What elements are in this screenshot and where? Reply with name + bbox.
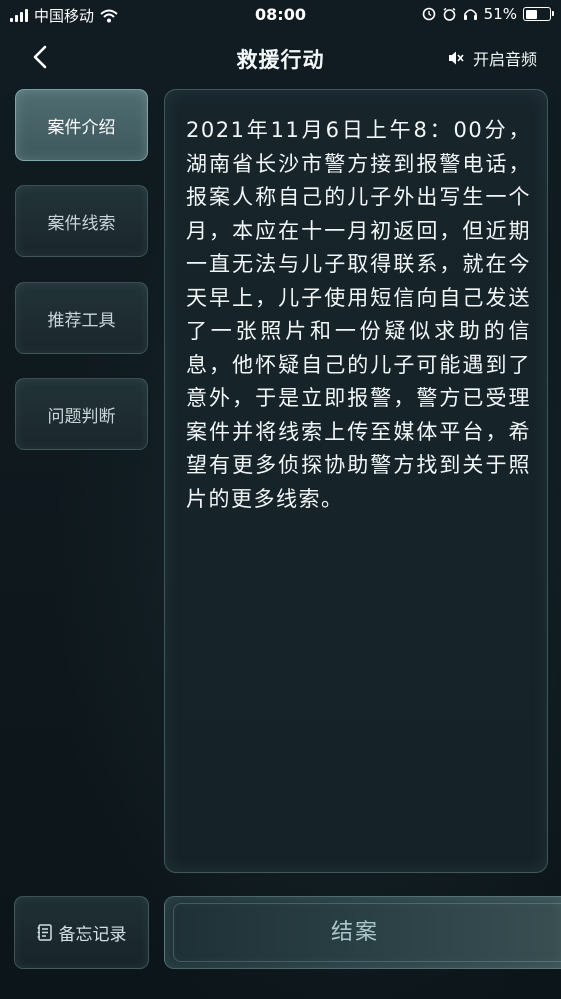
- battery-percent: 51%: [483, 5, 517, 23]
- notebook-icon: [37, 924, 52, 941]
- memo-button[interactable]: 备忘记录: [14, 896, 149, 969]
- audio-label: 开启音频: [472, 50, 537, 69]
- tab-label: 案件介绍: [47, 117, 116, 138]
- nav-bar: 救援行动 开启音频: [0, 30, 561, 86]
- alarm-clock-icon: [443, 7, 456, 21]
- speaker-muted-icon: [448, 51, 464, 65]
- audio-toggle-button[interactable]: 开启音频: [447, 46, 537, 70]
- close-case-label: 结案: [330, 920, 379, 945]
- status-bar: 中国移动 08:00 51%: [0, 0, 561, 30]
- case-description: 2021年11月6日上午8：00分，湖南省长沙市警方接到报警电话，报案人称自己的…: [186, 118, 531, 511]
- battery-icon: [523, 7, 554, 21]
- close-case-button[interactable]: 结案: [164, 896, 561, 969]
- tab-label: 推荐工具: [47, 310, 116, 331]
- tab-case-clues[interactable]: 案件线索: [15, 185, 148, 257]
- tab-question-judgment[interactable]: 问题判断: [15, 378, 148, 450]
- tab-label: 问题判断: [47, 406, 116, 427]
- tab-label: 案件线索: [47, 213, 116, 234]
- status-right: 51%: [422, 5, 554, 23]
- memo-label: 备忘记录: [58, 925, 127, 945]
- tab-case-intro[interactable]: 案件介绍: [15, 89, 148, 161]
- alarm-icon: [422, 7, 435, 21]
- tab-recommended-tools[interactable]: 推荐工具: [15, 282, 148, 354]
- headphones-icon: [463, 9, 477, 20]
